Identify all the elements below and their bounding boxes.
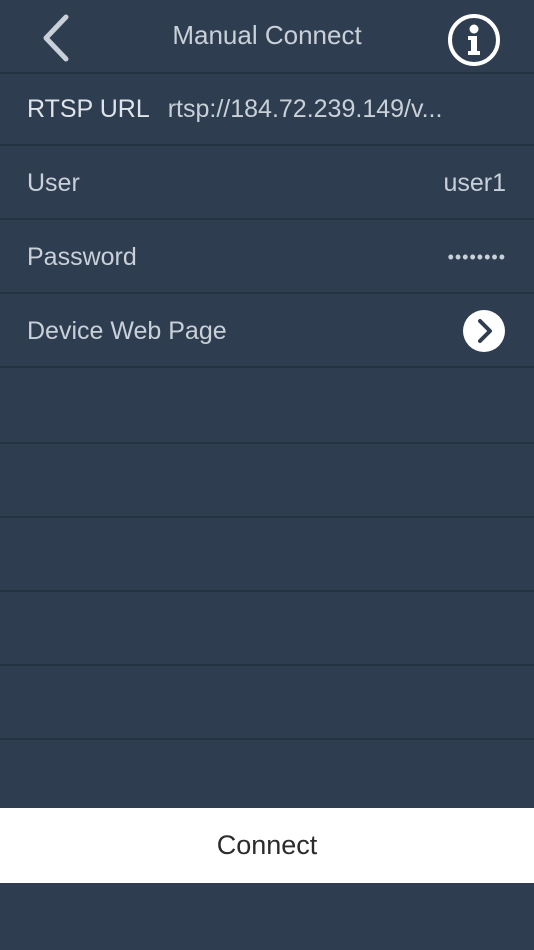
user-label: User — [27, 168, 80, 197]
password-label: Password — [27, 242, 137, 271]
empty-row — [0, 370, 534, 444]
connect-label: Connect — [216, 830, 318, 860]
empty-row — [0, 592, 534, 666]
user-row[interactable]: User user1 — [0, 148, 534, 220]
manual-connect-screen: Manual Connect RTSP URL rtsp://184.72.23… — [0, 0, 534, 950]
empty-row — [0, 740, 534, 814]
rtsp-url-field[interactable]: rtsp://184.72.239.149/v... — [168, 95, 443, 124]
navigation-bar: Manual Connect — [0, 0, 534, 74]
empty-row — [0, 444, 534, 518]
rtsp-url-label: RTSP URL — [27, 94, 150, 123]
empty-row — [0, 666, 534, 740]
device-web-page-label: Device Web Page — [27, 316, 227, 345]
rtsp-url-row[interactable]: RTSP URL rtsp://184.72.239.149/v... — [0, 74, 534, 146]
empty-row — [0, 518, 534, 592]
chevron-right-circle-icon[interactable] — [462, 309, 506, 353]
connect-button[interactable]: Connect — [0, 808, 534, 883]
user-field[interactable]: user1 — [443, 169, 506, 198]
device-web-page-row[interactable]: Device Web Page — [0, 296, 534, 368]
password-row[interactable]: Password •••••••• — [0, 222, 534, 294]
password-field[interactable]: •••••••• — [448, 247, 506, 268]
info-button[interactable] — [447, 13, 501, 67]
info-icon — [448, 14, 500, 66]
